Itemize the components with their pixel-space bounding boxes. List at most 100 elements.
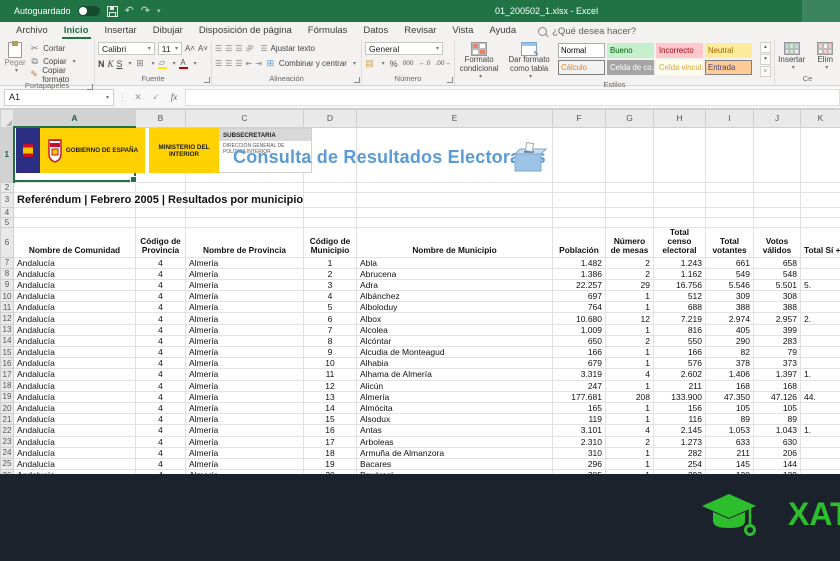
borders-caret-icon[interactable]: ▾: [152, 60, 155, 67]
row-header[interactable]: 20: [1, 402, 14, 413]
cell[interactable]: 4: [136, 268, 186, 279]
cell[interactable]: [357, 217, 553, 227]
tab-vista[interactable]: Vista: [444, 23, 481, 39]
cell[interactable]: 22.257: [553, 279, 606, 290]
cell[interactable]: 4: [136, 358, 186, 369]
row-header[interactable]: 13: [1, 324, 14, 335]
cell[interactable]: 4: [136, 447, 186, 458]
cell[interactable]: [801, 402, 840, 413]
tab-dibujar[interactable]: Dibujar: [145, 23, 191, 39]
cell[interactable]: 576: [654, 358, 706, 369]
cell[interactable]: 12: [606, 313, 654, 324]
cell[interactable]: 1: [606, 324, 654, 335]
cell[interactable]: [801, 302, 840, 313]
tab-insertar[interactable]: Insertar: [97, 23, 145, 39]
field-header[interactable]: Total censo electoral: [654, 227, 706, 257]
cell[interactable]: [801, 347, 840, 358]
cell[interactable]: Alboloduy: [357, 302, 553, 313]
cell[interactable]: Alicún: [357, 380, 553, 391]
fill-color-icon[interactable]: ▱: [158, 59, 167, 68]
cell[interactable]: [706, 127, 754, 182]
cell[interactable]: Alcóntar: [357, 335, 553, 346]
cell[interactable]: 4: [136, 279, 186, 290]
cell[interactable]: [14, 217, 136, 227]
format-painter-button[interactable]: ✎Copiar formato: [29, 68, 91, 81]
cell[interactable]: Almería: [186, 279, 304, 290]
delete-cells-button[interactable]: Elim ▾: [813, 42, 837, 74]
cell[interactable]: [754, 127, 801, 182]
cell[interactable]: 156: [654, 402, 706, 413]
cell[interactable]: [606, 192, 654, 207]
percent-style-icon[interactable]: %: [390, 59, 398, 69]
cell[interactable]: [801, 207, 840, 217]
tab-revisar[interactable]: Revisar: [396, 23, 444, 39]
cell[interactable]: 16: [304, 425, 357, 436]
merge-center-button[interactable]: ⊞Combinar y centrar▾: [265, 57, 356, 70]
row-header[interactable]: 24: [1, 447, 14, 458]
row-header[interactable]: 5: [1, 217, 14, 227]
cell[interactable]: Arboleas: [357, 436, 553, 447]
row-header[interactable]: 11: [1, 302, 14, 313]
style-chip[interactable]: Cálculo: [558, 60, 605, 75]
cell[interactable]: Andalucía: [14, 313, 136, 324]
cell[interactable]: 14: [304, 402, 357, 413]
row-header[interactable]: 9: [1, 279, 14, 290]
cell[interactable]: Andalucía: [14, 268, 136, 279]
cell[interactable]: [801, 436, 840, 447]
field-header[interactable]: Código de Provincia: [136, 227, 186, 257]
column-header-B[interactable]: B: [136, 110, 186, 128]
row-header[interactable]: 23: [1, 436, 14, 447]
tab-archivo[interactable]: Archivo: [8, 23, 56, 39]
cell[interactable]: 1: [606, 458, 654, 469]
comma-style-icon[interactable]: 000: [403, 60, 414, 67]
cell[interactable]: 119: [553, 414, 606, 425]
cell[interactable]: 4: [136, 369, 186, 380]
underline-button[interactable]: S: [117, 59, 123, 69]
fill-handle[interactable]: [130, 176, 137, 183]
number-dialog-launcher[interactable]: [447, 77, 453, 83]
cell[interactable]: Andalucía: [14, 369, 136, 380]
cell[interactable]: 2.310: [553, 436, 606, 447]
field-header[interactable]: Código de Municipio: [304, 227, 357, 257]
cell[interactable]: 1.053: [706, 425, 754, 436]
column-header-D[interactable]: D: [304, 110, 357, 128]
cell[interactable]: 19: [304, 458, 357, 469]
format-as-table-button[interactable]: Dar formato como tabla ▾: [506, 42, 552, 80]
cell[interactable]: [606, 217, 654, 227]
cell[interactable]: [754, 207, 801, 217]
cell[interactable]: 4: [606, 369, 654, 380]
cell[interactable]: [654, 192, 706, 207]
cell[interactable]: [801, 414, 840, 425]
row-header[interactable]: 21: [1, 414, 14, 425]
cell[interactable]: Almócita: [357, 402, 553, 413]
column-header-G[interactable]: G: [606, 110, 654, 128]
cell[interactable]: [136, 207, 186, 217]
style-chip[interactable]: Celda de co...: [607, 60, 654, 75]
cell[interactable]: 15: [304, 414, 357, 425]
cell[interactable]: 44.: [801, 391, 840, 402]
cell[interactable]: 309: [706, 291, 754, 302]
cell[interactable]: 1: [606, 358, 654, 369]
row-header[interactable]: 15: [1, 347, 14, 358]
cell[interactable]: Andalucía: [14, 391, 136, 402]
clipboard-dialog-launcher[interactable]: [87, 84, 93, 90]
tab-ayuda[interactable]: Ayuda: [481, 23, 524, 39]
cell[interactable]: 688: [654, 302, 706, 313]
cell[interactable]: 82: [706, 347, 754, 358]
cell[interactable]: Albánchez: [357, 291, 553, 302]
cell[interactable]: [304, 207, 357, 217]
cell[interactable]: Almería: [186, 391, 304, 402]
row-header[interactable]: 16: [1, 358, 14, 369]
cell[interactable]: 10.680: [553, 313, 606, 324]
cell[interactable]: [14, 182, 136, 192]
gallery-more-icon[interactable]: ≡: [760, 66, 771, 77]
cell[interactable]: 4: [136, 458, 186, 469]
cell[interactable]: 79: [754, 347, 801, 358]
row-header[interactable]: 4: [1, 207, 14, 217]
cell[interactable]: 4: [136, 402, 186, 413]
cell[interactable]: 10: [304, 358, 357, 369]
row-header[interactable]: 10: [1, 291, 14, 302]
paste-button[interactable]: Pegar ▾: [3, 42, 27, 81]
cell[interactable]: 1: [606, 414, 654, 425]
cell[interactable]: 168: [706, 380, 754, 391]
